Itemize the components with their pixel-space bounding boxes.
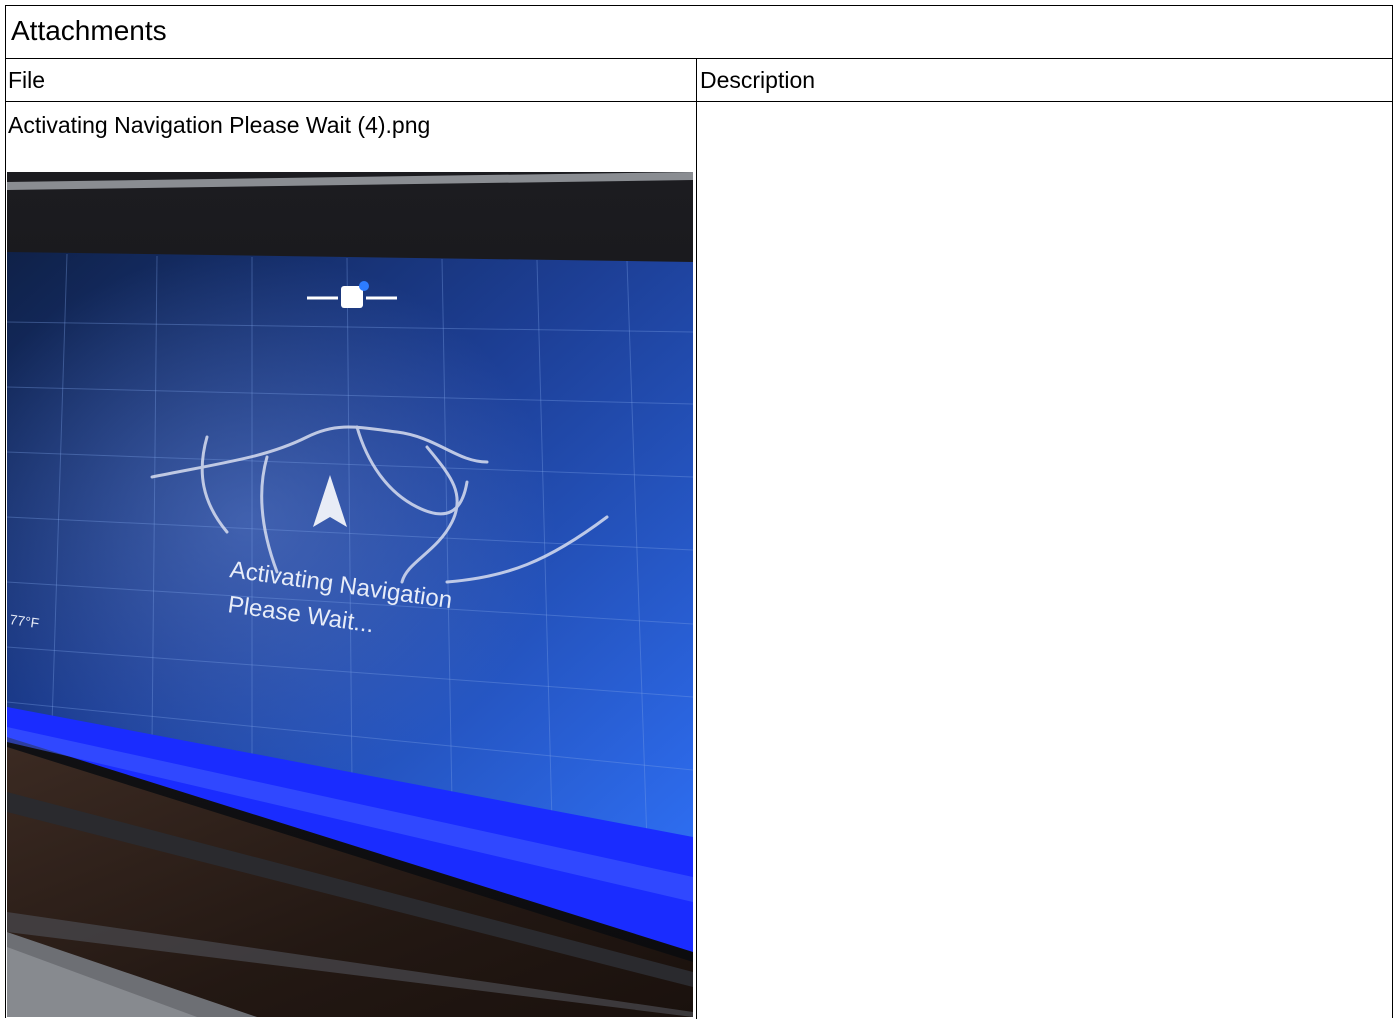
column-header-description: Description — [700, 67, 816, 93]
attachments-panel: Attachments File Description Activating … — [5, 5, 1393, 1019]
panel-title: Attachments — [6, 6, 1392, 59]
attachment-image[interactable]: Activating Navigation Please Wait... 77°… — [7, 172, 693, 1017]
attachment-file-name[interactable]: Activating Navigation Please Wait (4).pn… — [8, 111, 430, 139]
table-row: Activating Navigation Please Wait (4).pn… — [6, 59, 697, 1019]
attachments-table: File Description Activating Navigation P… — [6, 59, 1392, 1019]
